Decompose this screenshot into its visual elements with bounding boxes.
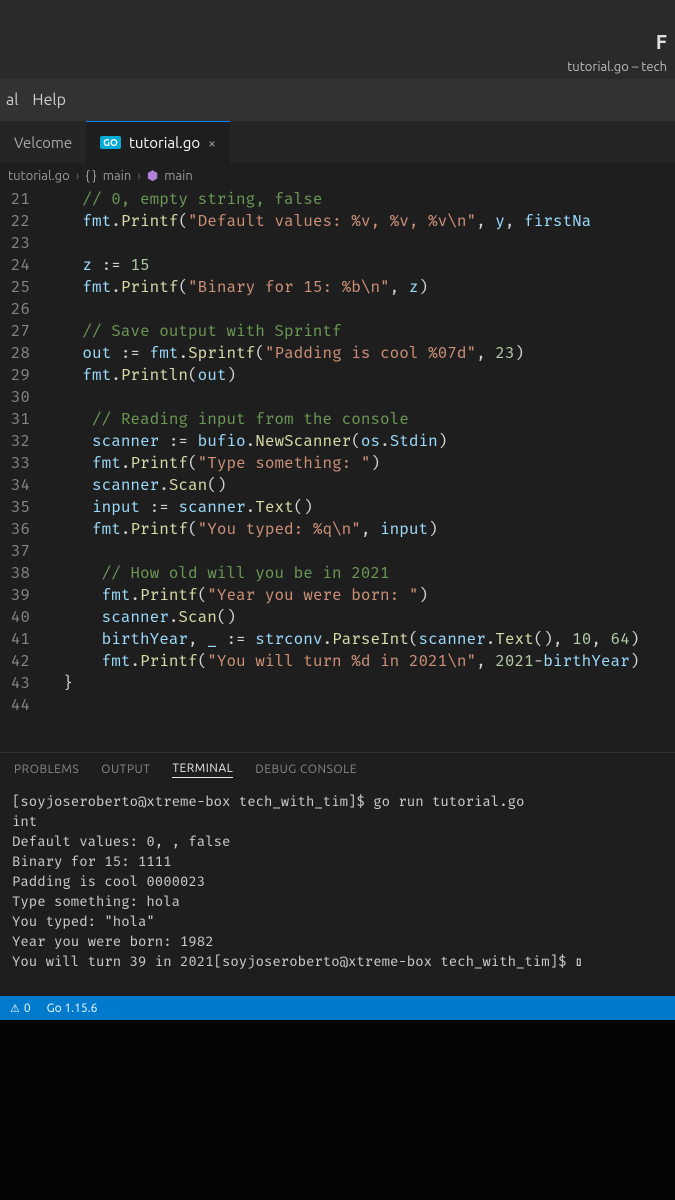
code-line[interactable]: fmt.Printf("Year you were born: ") bbox=[44, 585, 675, 607]
line-number: 40 bbox=[0, 607, 30, 629]
terminal-output[interactable]: [soyjoseroberto@xtreme-box tech_with_tim… bbox=[0, 786, 675, 996]
vscode-window: F tutorial.go – tech al Help Velcome GO … bbox=[0, 0, 675, 1200]
line-number: 24 bbox=[0, 255, 30, 277]
line-number: 34 bbox=[0, 475, 30, 497]
code-line[interactable]: // Reading input from the console bbox=[44, 409, 675, 431]
panel-tab-terminal[interactable]: TERMINAL bbox=[172, 762, 233, 778]
title-bar: F bbox=[0, 0, 675, 55]
code-line[interactable]: fmt.Printf("Default values: %v, %v, %v\n… bbox=[44, 211, 675, 233]
tab-bar: Velcome GO tutorial.go × bbox=[0, 121, 675, 163]
code-line[interactable] bbox=[44, 387, 675, 409]
menu-item-help[interactable]: Help bbox=[32, 91, 66, 109]
code-line[interactable]: fmt.Printf("Binary for 15: %b\n", z) bbox=[44, 277, 675, 299]
breadcrumb-pkg[interactable]: main bbox=[103, 169, 131, 183]
line-number: 43 bbox=[0, 673, 30, 695]
breadcrumb[interactable]: tutorial.go › { } main › ⬢ main bbox=[0, 163, 675, 189]
code-content[interactable]: // 0, empty string, false fmt.Printf("De… bbox=[44, 189, 675, 752]
panel-tab-debug[interactable]: DEBUG CONSOLE bbox=[255, 763, 357, 776]
line-number: 28 bbox=[0, 343, 30, 365]
line-number: 38 bbox=[0, 563, 30, 585]
code-line[interactable] bbox=[44, 233, 675, 255]
panel-tab-problems[interactable]: PROBLEMS bbox=[14, 763, 79, 776]
panel-tab-bar: PROBLEMS OUTPUT TERMINAL DEBUG CONSOLE bbox=[0, 752, 675, 786]
code-line[interactable]: fmt.Printf("Type something: ") bbox=[44, 453, 675, 475]
code-line[interactable]: birthYear, _ := strconv.ParseInt(scanner… bbox=[44, 629, 675, 651]
code-line[interactable] bbox=[44, 695, 675, 717]
code-line[interactable]: input := scanner.Text() bbox=[44, 497, 675, 519]
panel-tab-output[interactable]: OUTPUT bbox=[101, 763, 150, 776]
line-number-gutter: 2122232425262728293031323334353637383940… bbox=[0, 189, 44, 752]
line-number: 31 bbox=[0, 409, 30, 431]
tab-tutorial-go[interactable]: GO tutorial.go × bbox=[86, 121, 230, 163]
cube-icon: ⬢ bbox=[147, 169, 158, 184]
menu-bar[interactable]: al Help bbox=[0, 79, 675, 121]
code-line[interactable]: // How old will you be in 2021 bbox=[44, 563, 675, 585]
menu-item-terminal[interactable]: al bbox=[6, 91, 18, 109]
code-line[interactable]: fmt.Printf("You typed: %q\n", input) bbox=[44, 519, 675, 541]
code-line[interactable]: fmt.Println(out) bbox=[44, 365, 675, 387]
line-number: 21 bbox=[0, 189, 30, 211]
status-bar: 0 Go 1.15.6 bbox=[0, 996, 675, 1020]
code-line[interactable]: scanner := bufio.NewScanner(os.Stdin) bbox=[44, 431, 675, 453]
line-number: 22 bbox=[0, 211, 30, 233]
line-number: 36 bbox=[0, 519, 30, 541]
code-line[interactable]: scanner.Scan() bbox=[44, 607, 675, 629]
close-icon[interactable]: × bbox=[208, 135, 216, 151]
code-line[interactable]: out := fmt.Sprintf("Padding is cool %07d… bbox=[44, 343, 675, 365]
title-right-fragment: F bbox=[656, 30, 667, 53]
code-line[interactable]: scanner.Scan() bbox=[44, 475, 675, 497]
code-line[interactable]: fmt.Printf("You will turn %d in 2021\n",… bbox=[44, 651, 675, 673]
code-editor[interactable]: 2122232425262728293031323334353637383940… bbox=[0, 189, 675, 752]
go-file-icon: GO bbox=[100, 136, 121, 149]
subtitle-bar: tutorial.go – tech bbox=[0, 55, 675, 79]
line-number: 37 bbox=[0, 541, 30, 563]
tab-active-label: tutorial.go bbox=[129, 134, 200, 151]
code-line[interactable]: } bbox=[44, 673, 675, 695]
line-number: 32 bbox=[0, 431, 30, 453]
window-subtitle: tutorial.go – tech bbox=[567, 60, 667, 74]
tab-welcome[interactable]: Velcome bbox=[0, 121, 86, 163]
line-number: 27 bbox=[0, 321, 30, 343]
warnings-count[interactable]: 0 bbox=[10, 1002, 31, 1015]
go-version-status[interactable]: Go 1.15.6 bbox=[47, 1002, 98, 1015]
line-number: 23 bbox=[0, 233, 30, 255]
braces-icon: { } bbox=[85, 169, 96, 183]
line-number: 35 bbox=[0, 497, 30, 519]
line-number: 33 bbox=[0, 453, 30, 475]
chevron-right-icon: › bbox=[76, 169, 80, 183]
code-line[interactable]: z := 15 bbox=[44, 255, 675, 277]
desk-below bbox=[0, 1020, 675, 1200]
line-number: 41 bbox=[0, 629, 30, 651]
line-number: 30 bbox=[0, 387, 30, 409]
line-number: 44 bbox=[0, 695, 30, 717]
line-number: 42 bbox=[0, 651, 30, 673]
chevron-right-icon: › bbox=[137, 169, 141, 183]
line-number: 26 bbox=[0, 299, 30, 321]
code-line[interactable] bbox=[44, 299, 675, 321]
line-number: 29 bbox=[0, 365, 30, 387]
line-number: 25 bbox=[0, 277, 30, 299]
code-line[interactable] bbox=[44, 541, 675, 563]
tab-welcome-label: Velcome bbox=[14, 134, 72, 151]
breadcrumb-file[interactable]: tutorial.go bbox=[8, 169, 70, 183]
breadcrumb-func[interactable]: main bbox=[164, 169, 192, 183]
code-line[interactable]: // Save output with Sprintf bbox=[44, 321, 675, 343]
code-line[interactable]: // 0, empty string, false bbox=[44, 189, 675, 211]
line-number: 39 bbox=[0, 585, 30, 607]
